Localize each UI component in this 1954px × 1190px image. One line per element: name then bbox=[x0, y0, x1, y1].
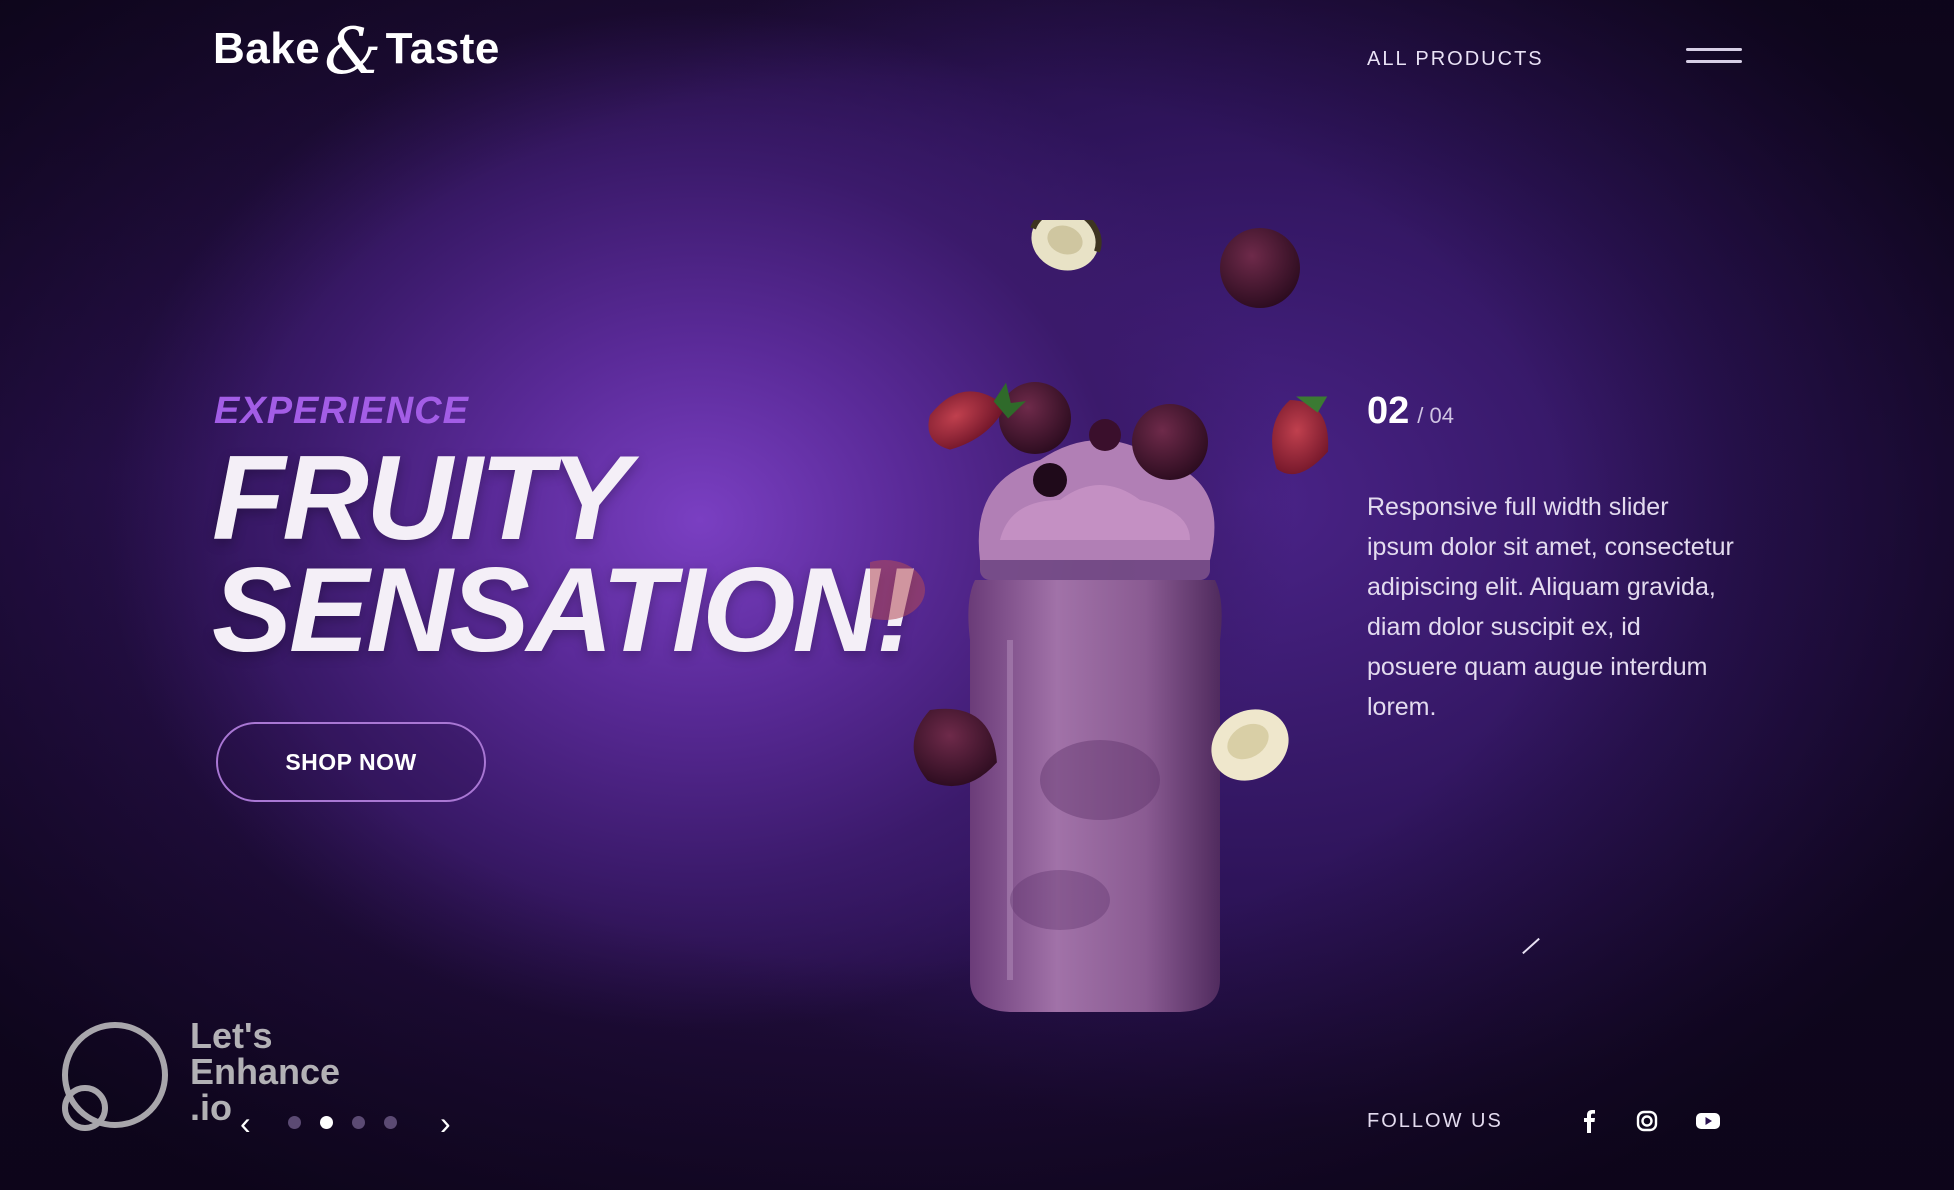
hero-headline: FRUITY SENSATION! bbox=[212, 431, 916, 677]
slide-total: / 04 bbox=[1417, 403, 1454, 428]
watermark-text: Let's Enhance .io bbox=[190, 1018, 340, 1126]
nav-all-products[interactable]: ALL PRODUCTS bbox=[1367, 48, 1544, 71]
slider-dot-2[interactable] bbox=[320, 1116, 333, 1129]
logo-text-right: Taste bbox=[385, 24, 500, 73]
logo-text-left: Bake bbox=[213, 24, 321, 73]
slider-dot-1[interactable] bbox=[288, 1116, 301, 1129]
shop-now-button[interactable]: SHOP NOW bbox=[216, 722, 486, 802]
watermark-line-2: Enhance bbox=[190, 1051, 341, 1092]
follow-us-label: FOLLOW US bbox=[1367, 1110, 1503, 1132]
slider-dots bbox=[288, 1116, 397, 1129]
facebook-icon[interactable] bbox=[1574, 1106, 1604, 1136]
brand-logo[interactable]: Bake & Taste bbox=[213, 15, 500, 89]
hero-eyebrow: EXPERIENCE bbox=[214, 390, 469, 432]
decorative-slash bbox=[1522, 937, 1540, 955]
watermark-line-1: Let's bbox=[190, 1015, 273, 1056]
slide-current: 02 bbox=[1367, 390, 1410, 432]
youtube-icon[interactable] bbox=[1693, 1106, 1723, 1136]
slider-dot-4[interactable] bbox=[384, 1116, 397, 1129]
slide-description: Responsive full width slider ipsum dolor… bbox=[1367, 493, 1734, 721]
chevron-right-icon[interactable]: › bbox=[440, 1107, 451, 1139]
smoothie-jar-image bbox=[870, 220, 1329, 1012]
instagram-icon[interactable] bbox=[1632, 1106, 1662, 1136]
headline-line-2: SENSATION! bbox=[212, 543, 916, 677]
slider-dot-3[interactable] bbox=[352, 1116, 365, 1129]
headline-line-1: FRUITY bbox=[212, 431, 630, 565]
chevron-left-icon[interactable]: ‹ bbox=[240, 1107, 251, 1139]
hamburger-icon[interactable] bbox=[1686, 48, 1742, 68]
slide-counter: 02 / 04 bbox=[1367, 390, 1454, 433]
logo-ampersand: & bbox=[324, 15, 382, 89]
